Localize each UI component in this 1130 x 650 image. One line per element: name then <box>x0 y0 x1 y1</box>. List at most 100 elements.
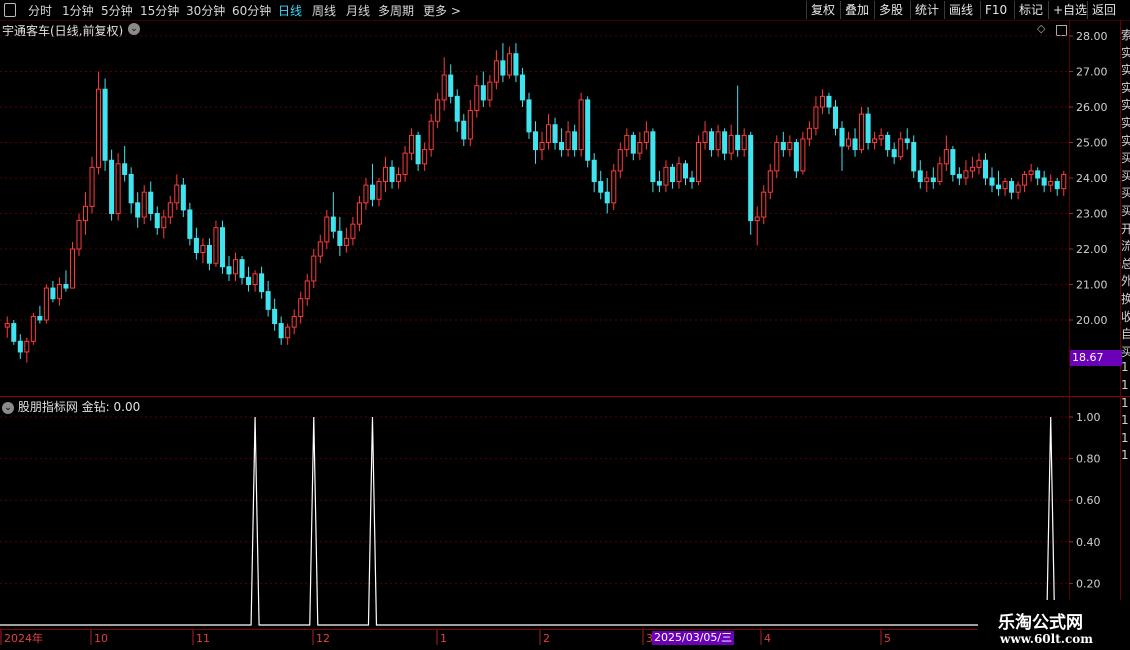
watermark-name: 乐淘公式网 <box>998 613 1083 633</box>
candle-body <box>715 131 721 151</box>
candle-body <box>219 227 225 268</box>
sidebar-glyph: 流 <box>1121 239 1130 254</box>
candle-body <box>246 276 252 285</box>
candle-body <box>943 149 949 165</box>
price-tick-label: 25.00 <box>1076 137 1108 150</box>
candle-body <box>43 287 49 321</box>
candle-body <box>480 85 486 101</box>
candle-body <box>402 152 408 175</box>
sidebar-glyph: 买 <box>1121 186 1130 201</box>
candle-body <box>891 149 897 158</box>
candle-body <box>774 142 780 172</box>
sidebar-glyph: 外 <box>1121 274 1130 289</box>
candle-body <box>154 213 160 229</box>
candle-body <box>148 191 154 214</box>
candle-body <box>161 216 167 229</box>
price-tick-label: 26.00 <box>1076 101 1108 114</box>
candle-body <box>396 173 402 183</box>
candle-body <box>663 166 669 186</box>
date-label: 10 <box>94 632 108 645</box>
candle-body <box>748 134 754 222</box>
candle-body <box>187 209 193 239</box>
candle-body <box>1035 170 1041 179</box>
candle-body <box>637 142 643 154</box>
candle-body <box>96 88 102 168</box>
candle-body <box>37 315 43 321</box>
candle-body <box>298 298 304 317</box>
sidebar-glyph: 实 <box>1121 116 1130 130</box>
candle-body <box>539 142 545 151</box>
candle-body <box>135 202 141 218</box>
candle-body <box>1048 181 1054 186</box>
date-label: 5 <box>884 632 891 645</box>
candle-body <box>285 326 291 339</box>
candle-body <box>611 170 617 204</box>
candle-body <box>930 177 936 183</box>
candle-body <box>585 99 591 161</box>
candle-body <box>350 223 356 239</box>
candle-body <box>30 315 36 342</box>
date-label: 4 <box>764 632 771 645</box>
sidebar-glyph: 实 <box>1121 98 1130 113</box>
candle-body <box>311 255 317 282</box>
candle-body <box>859 113 865 151</box>
candle-body <box>754 216 760 222</box>
candle-body <box>565 131 571 151</box>
candle-body <box>682 163 689 179</box>
candle-body <box>422 149 428 165</box>
price-tick-label: 20.00 <box>1076 314 1108 327</box>
candle-body <box>917 170 923 183</box>
date-label: 12 <box>316 632 330 645</box>
candle-body <box>1002 181 1008 190</box>
indicator-tick-label: 0.80 <box>1076 453 1101 466</box>
candle-body <box>343 237 349 246</box>
sidebar-glyph: 索 <box>1121 28 1130 42</box>
sidebar-glyph: 1 <box>1121 413 1129 428</box>
sidebar-glyph: 开 <box>1121 221 1130 236</box>
candle-body <box>1041 177 1047 186</box>
candle-body <box>1015 184 1021 193</box>
candle-body <box>389 166 395 183</box>
candle-body <box>846 138 852 147</box>
sidebar-glyph: 1 <box>1121 448 1129 463</box>
date-label: 2024年 <box>4 631 43 645</box>
candle-body <box>415 134 421 165</box>
candle-body <box>722 131 728 154</box>
candle-body <box>872 138 878 143</box>
candle-body <box>193 237 199 254</box>
date-label: 2 <box>543 632 550 645</box>
candle-body <box>787 142 793 151</box>
candle-body <box>604 191 610 204</box>
candle-body <box>1022 173 1028 186</box>
candle-body <box>474 85 480 112</box>
candle-body <box>865 113 871 143</box>
candle-body <box>832 106 839 129</box>
candle-body <box>650 131 656 183</box>
date-label: 1 <box>440 632 447 645</box>
candle-body <box>200 244 206 254</box>
candle-body <box>441 74 447 101</box>
candle-body <box>128 173 134 204</box>
candle-body <box>924 177 930 183</box>
indicator-tick-label: 1.00 <box>1076 411 1101 424</box>
date-label: 11 <box>196 632 210 645</box>
candle-body <box>741 134 747 151</box>
sidebar-glyph: 1 <box>1121 395 1129 410</box>
candle-body <box>467 110 473 140</box>
low-price-marker: 18.67 <box>1070 350 1122 366</box>
candle-body <box>82 205 89 222</box>
price-tick-label: 27.00 <box>1076 66 1108 79</box>
candle-body <box>448 74 454 97</box>
kline-chart[interactable]: 28.0027.0026.0025.0024.0023.0022.0021.00… <box>0 0 1130 650</box>
sidebar-glyph: 买 <box>1121 204 1130 218</box>
candle-body <box>76 220 82 250</box>
sidebar-glyph: 1 <box>1121 378 1129 392</box>
candle-body <box>676 163 682 183</box>
candle-body <box>513 53 519 76</box>
sidebar-glyph: 实 <box>1121 63 1130 78</box>
candle-body <box>969 166 975 172</box>
candle-body <box>265 291 271 310</box>
candle-body <box>767 170 773 193</box>
candle-body <box>728 134 734 154</box>
candle-body <box>174 184 180 204</box>
